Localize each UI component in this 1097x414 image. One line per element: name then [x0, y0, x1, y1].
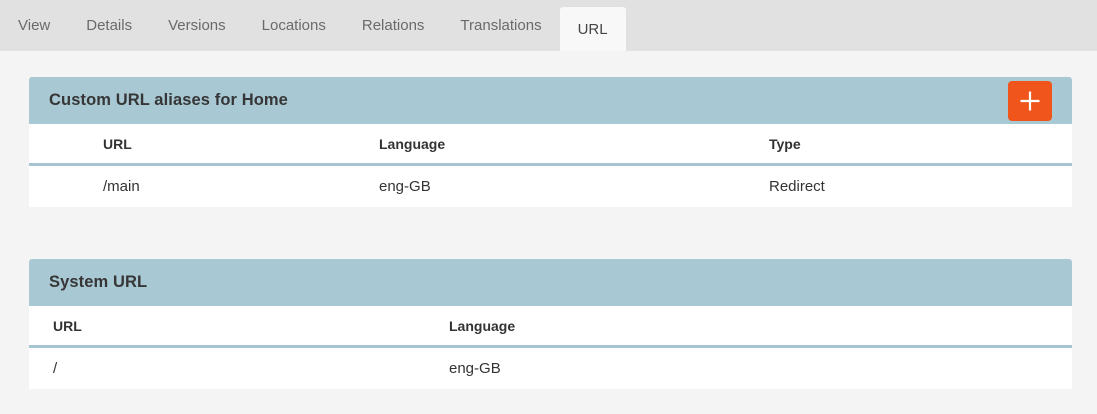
tab-url[interactable]: URL — [560, 7, 626, 51]
tab-locations[interactable]: Locations — [244, 0, 344, 51]
plus-icon — [1018, 89, 1042, 113]
system-url-cell: / — [53, 360, 449, 377]
custom-url-aliases-table: URL Language Type /main eng-GB Redirect — [29, 124, 1072, 207]
table-row: /main eng-GB Redirect — [29, 166, 1072, 207]
alias-url-cell: /main — [103, 178, 379, 195]
column-header-language: Language — [379, 136, 769, 152]
custom-url-aliases-title: Custom URL aliases for Home — [49, 91, 288, 110]
tab-details[interactable]: Details — [68, 0, 150, 51]
system-url-title: System URL — [49, 273, 147, 292]
content-tab-bar: View Details Versions Locations Relation… — [0, 0, 1097, 51]
tab-versions[interactable]: Versions — [150, 0, 244, 51]
add-url-alias-button[interactable] — [1008, 81, 1052, 121]
system-language-cell: eng-GB — [449, 360, 1072, 377]
table-header-row: URL Language — [29, 306, 1072, 348]
column-header-url: URL — [103, 136, 379, 152]
system-url-table: URL Language / eng-GB — [29, 306, 1072, 389]
column-header-language: Language — [449, 318, 1072, 334]
custom-url-aliases-section: Custom URL aliases for Home URL Language… — [29, 77, 1072, 207]
table-header-row: URL Language Type — [29, 124, 1072, 166]
tab-relations[interactable]: Relations — [344, 0, 443, 51]
custom-url-aliases-header: Custom URL aliases for Home — [29, 77, 1072, 124]
system-url-header: System URL — [29, 259, 1072, 306]
system-url-section: System URL URL Language / eng-GB — [29, 259, 1072, 389]
column-header-url: URL — [53, 318, 449, 334]
table-row: / eng-GB — [29, 348, 1072, 389]
tab-translations[interactable]: Translations — [442, 0, 559, 51]
alias-type-cell: Redirect — [769, 178, 1072, 195]
alias-language-cell: eng-GB — [379, 178, 769, 195]
tab-view[interactable]: View — [0, 0, 68, 51]
column-header-type: Type — [769, 136, 1072, 152]
url-tab-content: Custom URL aliases for Home URL Language… — [29, 77, 1072, 389]
